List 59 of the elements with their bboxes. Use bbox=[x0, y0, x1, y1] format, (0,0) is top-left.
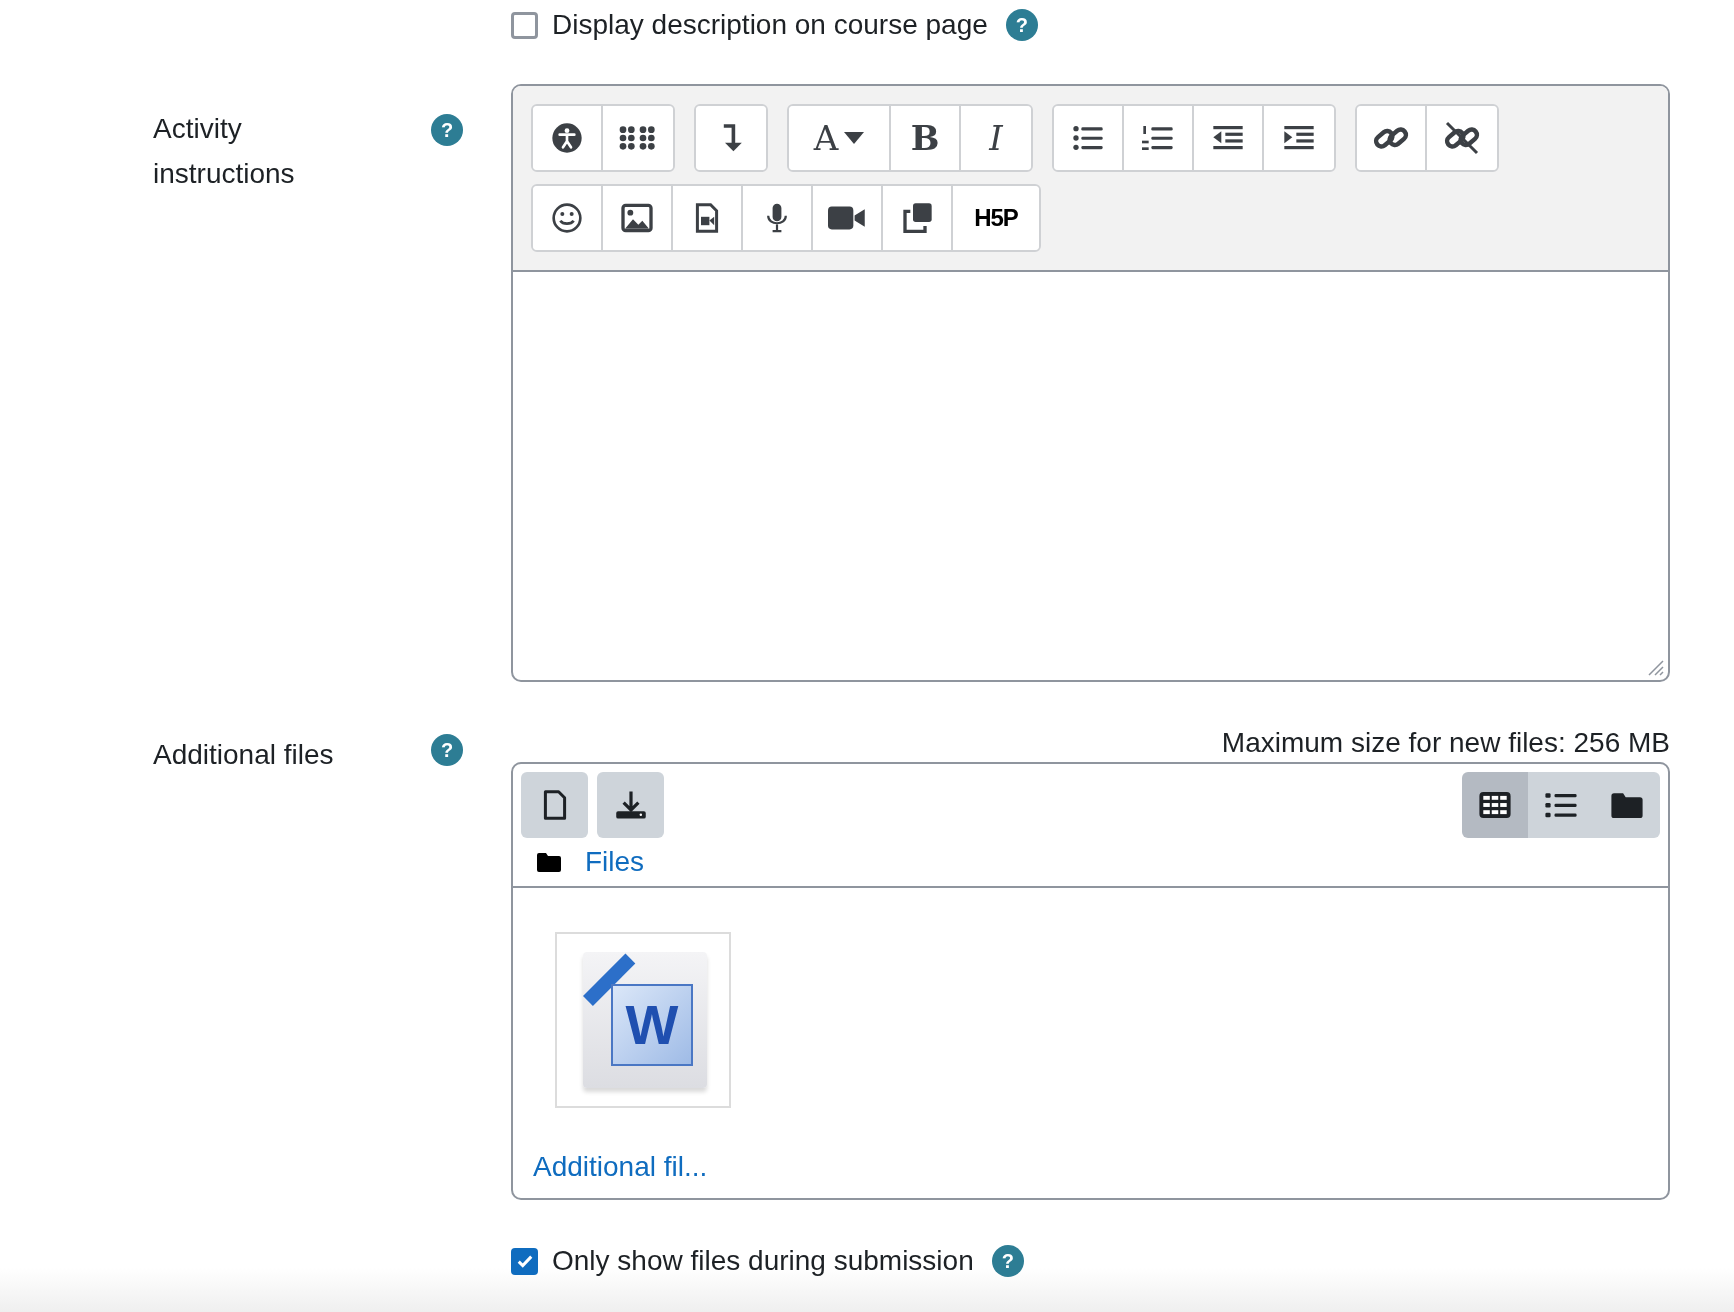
numbered-list-icon bbox=[1142, 124, 1174, 152]
italic-button[interactable]: I bbox=[961, 106, 1031, 170]
paragraph-style-button[interactable]: A bbox=[789, 106, 891, 170]
accessibility-icon bbox=[551, 122, 583, 154]
accessibility-button[interactable] bbox=[533, 106, 603, 170]
indent-icon bbox=[1283, 124, 1315, 152]
file-icon bbox=[542, 789, 567, 821]
help-icon[interactable]: ? bbox=[1005, 9, 1038, 41]
field-label: Additional files bbox=[153, 738, 334, 772]
image-icon bbox=[621, 203, 653, 233]
download-button[interactable] bbox=[597, 772, 664, 838]
file-thumbnail[interactable]: W bbox=[555, 932, 731, 1108]
h5p-button[interactable]: H5P bbox=[953, 186, 1039, 250]
emoji-button[interactable] bbox=[533, 186, 603, 250]
toolbar-toggle-button[interactable] bbox=[696, 106, 766, 170]
download-icon bbox=[614, 790, 647, 820]
indent-button[interactable] bbox=[1264, 106, 1334, 170]
microphone-icon bbox=[766, 202, 788, 234]
field-label: Activity instructions bbox=[153, 112, 296, 191]
caret-icon bbox=[844, 132, 865, 144]
media-button[interactable] bbox=[673, 186, 743, 250]
list-icon bbox=[1545, 792, 1577, 818]
image-button[interactable] bbox=[603, 186, 673, 250]
grid-icon bbox=[618, 124, 658, 152]
video-camera-icon bbox=[828, 205, 866, 231]
copy-icon bbox=[901, 202, 933, 234]
unlink-icon bbox=[1444, 120, 1480, 156]
link-button[interactable] bbox=[1357, 106, 1427, 170]
outdent-button[interactable] bbox=[1194, 106, 1264, 170]
folder-path-link[interactable]: Files bbox=[585, 841, 645, 883]
bold-button[interactable]: B bbox=[891, 106, 961, 170]
bullet-list-icon bbox=[1072, 124, 1104, 152]
smiley-icon bbox=[551, 202, 583, 234]
checkbox[interactable] bbox=[511, 1247, 538, 1275]
checkbox-label: Display description on course page bbox=[552, 8, 988, 42]
bullet-list-button[interactable] bbox=[1054, 106, 1124, 170]
text-editor[interactable]: A B I H5P bbox=[511, 84, 1670, 682]
checkbox-label: Only show files during submission bbox=[552, 1244, 974, 1278]
manage-files-button[interactable] bbox=[883, 186, 953, 250]
more-button[interactable] bbox=[603, 106, 673, 170]
add-file-button[interactable] bbox=[521, 772, 588, 838]
folder-icon bbox=[537, 852, 561, 872]
help-icon[interactable]: ? bbox=[431, 734, 463, 766]
max-size-text: Maximum size for new files: 256 MB bbox=[1221, 726, 1670, 760]
checkbox[interactable] bbox=[511, 11, 538, 39]
media-file-icon bbox=[695, 202, 719, 234]
grid-icon bbox=[1479, 792, 1511, 818]
record-audio-button[interactable] bbox=[743, 186, 813, 250]
grid-view-button[interactable] bbox=[1462, 772, 1528, 838]
help-icon[interactable]: ? bbox=[431, 114, 463, 146]
file-link[interactable]: Additional fil... bbox=[533, 1146, 708, 1188]
outdent-icon bbox=[1212, 124, 1244, 152]
record-video-button[interactable] bbox=[813, 186, 883, 250]
numbered-list-button[interactable] bbox=[1124, 106, 1194, 170]
unlink-button[interactable] bbox=[1427, 106, 1497, 170]
list-view-button[interactable] bbox=[1528, 772, 1594, 838]
help-icon[interactable]: ? bbox=[991, 1245, 1024, 1277]
folder-icon bbox=[1611, 792, 1643, 818]
tree-view-button[interactable] bbox=[1594, 772, 1660, 838]
